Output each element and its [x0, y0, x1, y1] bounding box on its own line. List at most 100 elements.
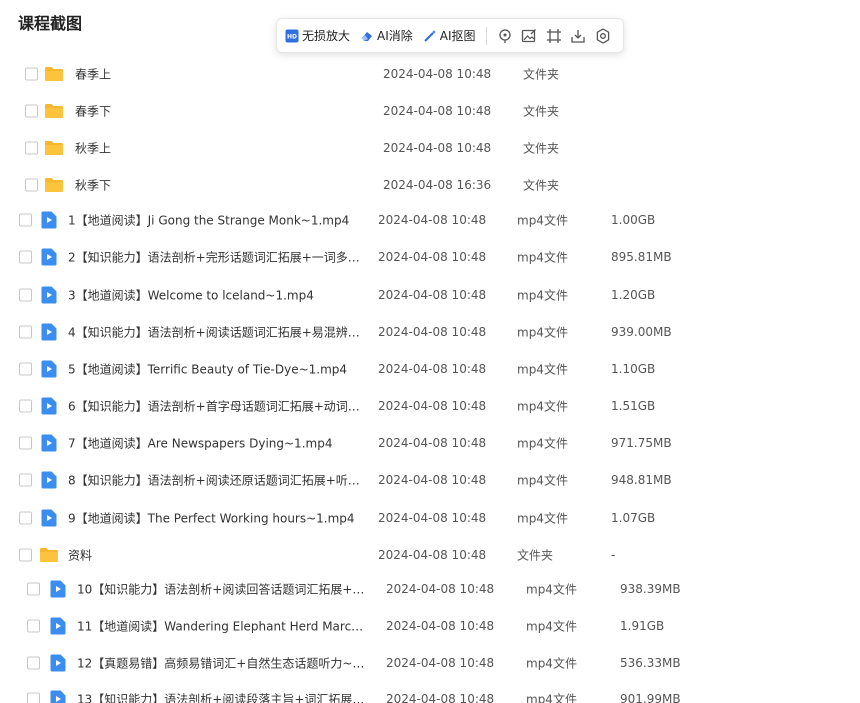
row-checkbox[interactable]: [27, 619, 40, 633]
modified-date: 2024-04-08 10:48: [378, 213, 487, 227]
modified-date: 2024-04-08 10:48: [378, 548, 487, 562]
folder-row[interactable]: 春季上 2024-04-08 10:48 文件夹: [0, 59, 860, 89]
lossless-zoom-button[interactable]: HD 无损放大: [285, 27, 350, 44]
row-checkbox[interactable]: [19, 473, 32, 487]
file-type: mp4文件: [517, 511, 568, 526]
file-name[interactable]: 4【知识能力】语法剖析+阅读话题词汇拓展+易混辨析~1...: [68, 324, 368, 341]
row-checkbox[interactable]: [19, 325, 32, 339]
row-checkbox[interactable]: [27, 692, 40, 703]
modified-date: 2024-04-08 10:48: [378, 362, 487, 376]
video-file-icon: [41, 434, 57, 452]
row-checkbox[interactable]: [19, 362, 32, 376]
file-name[interactable]: 2【知识能力】语法剖析+完形话题词汇拓展+一词多义~1...: [68, 249, 368, 266]
file-size: 939.00MB: [611, 325, 672, 339]
modified-date: 2024-04-08 10:48: [386, 619, 495, 633]
folder-icon: [44, 177, 64, 193]
ai-erase-button[interactable]: AI消除: [360, 27, 413, 44]
file-row[interactable]: 6【知识能力】语法剖析+首字母话题词汇拓展+动词短语... 2024-04-08 …: [0, 391, 860, 421]
file-name[interactable]: 春季上: [75, 66, 111, 83]
video-file-icon: [41, 286, 57, 304]
row-checkbox[interactable]: [27, 582, 40, 596]
folder-row[interactable]: 秋季上 2024-04-08 10:48 文件夹: [0, 133, 860, 163]
file-row[interactable]: 5【地道阅读】Terrific Beauty of Tie-Dye~1.mp4 2…: [0, 354, 860, 384]
modified-date: 2024-04-08 10:48: [386, 582, 495, 596]
row-checkbox[interactable]: [25, 178, 38, 192]
modified-date: 2024-04-08 10:48: [378, 399, 487, 413]
file-name[interactable]: 秋季下: [75, 177, 111, 194]
file-name[interactable]: 6【知识能力】语法剖析+首字母话题词汇拓展+动词短语...: [68, 398, 368, 415]
file-row[interactable]: 13【知识能力】语法剖析+阅读段落主旨+词汇拓展~1.m... 2024-04-0…: [0, 684, 860, 703]
file-type: mp4文件: [517, 250, 568, 265]
modified-date: 2024-04-08 10:48: [386, 692, 495, 703]
file-row[interactable]: 9【地道阅读】The Perfect Working hours~1.mp4 20…: [0, 503, 860, 533]
row-checkbox[interactable]: [19, 213, 32, 227]
folder-icon: [44, 66, 64, 82]
download-button[interactable]: [566, 23, 591, 49]
file-name[interactable]: 11【地道阅读】Wandering Elephant Herd Marches …: [77, 618, 367, 635]
modified-date: 2024-04-08 10:48: [383, 141, 492, 155]
file-name[interactable]: 春季下: [75, 103, 111, 120]
file-row[interactable]: 4【知识能力】语法剖析+阅读话题词汇拓展+易混辨析~1... 2024-04-08…: [0, 317, 860, 347]
modified-date: 2024-04-08 10:48: [378, 250, 487, 264]
row-checkbox[interactable]: [19, 511, 32, 525]
folder-row[interactable]: 春季下 2024-04-08 10:48 文件夹: [0, 96, 860, 126]
file-name[interactable]: 9【地道阅读】The Perfect Working hours~1.mp4: [68, 510, 355, 527]
download-icon: [571, 29, 585, 43]
magnifier-button[interactable]: [492, 23, 517, 49]
file-name[interactable]: 3【地道阅读】Welcome to lceland~1.mp4: [68, 287, 314, 304]
file-type: 文件夹: [523, 67, 560, 82]
ai-cutout-button[interactable]: AI抠图: [423, 27, 476, 44]
file-name[interactable]: 秋季上: [75, 140, 111, 157]
edit-image-button[interactable]: [517, 23, 542, 49]
folder-row[interactable]: 资料 2024-04-08 10:48 文件夹 -: [0, 540, 860, 570]
file-name[interactable]: 7【地道阅读】Are Newspapers Dying~1.mp4: [68, 435, 332, 452]
row-checkbox[interactable]: [19, 548, 32, 562]
row-checkbox[interactable]: [25, 104, 38, 118]
file-row[interactable]: 3【地道阅读】Welcome to lceland~1.mp4 2024-04-0…: [0, 280, 860, 310]
file-size: 1.00GB: [611, 213, 656, 227]
file-type: mp4文件: [517, 362, 568, 377]
file-name[interactable]: 资料: [68, 547, 92, 564]
file-type: 文件夹: [517, 548, 554, 563]
file-row[interactable]: 10【知识能力】语法剖析+阅读回答话题词汇拓展+写作... 2024-04-08 …: [0, 574, 860, 604]
row-checkbox[interactable]: [19, 436, 32, 450]
folder-row[interactable]: 秋季下 2024-04-08 16:36 文件夹: [0, 170, 860, 200]
file-row[interactable]: 1【地道阅读】Ji Gong the Strange Monk~1.mp4 202…: [0, 205, 860, 235]
file-type: mp4文件: [517, 213, 568, 228]
settings-button[interactable]: [590, 23, 615, 49]
file-name[interactable]: 1【地道阅读】Ji Gong the Strange Monk~1.mp4: [68, 212, 349, 229]
file-type: 文件夹: [523, 141, 560, 156]
file-row[interactable]: 8【知识能力】语法剖析+阅读还原话题词汇拓展+听力思... 2024-04-08 …: [0, 465, 860, 495]
row-checkbox[interactable]: [19, 399, 32, 413]
row-checkbox[interactable]: [27, 656, 40, 670]
row-checkbox[interactable]: [25, 67, 38, 81]
modified-date: 2024-04-08 10:48: [383, 67, 492, 81]
ai-cutout-label: AI抠图: [439, 29, 476, 43]
folder-icon: [44, 140, 64, 156]
toolbar-divider: [485, 26, 487, 45]
file-size: 938.39MB: [620, 582, 681, 596]
crop-button[interactable]: [541, 23, 566, 49]
file-name[interactable]: 5【地道阅读】Terrific Beauty of Tie-Dye~1.mp4: [68, 361, 347, 378]
row-checkbox[interactable]: [19, 250, 32, 264]
row-checkbox[interactable]: [25, 141, 38, 155]
file-row[interactable]: 11【地道阅读】Wandering Elephant Herd Marches …: [0, 611, 860, 641]
row-checkbox[interactable]: [19, 288, 32, 302]
file-row[interactable]: 12【真题易错】高频易错词汇+自然生态话题听力~1.mp4 2024-04-08 …: [0, 648, 860, 678]
modified-date: 2024-04-08 10:48: [378, 473, 487, 487]
modified-date: 2024-04-08 16:36: [383, 178, 492, 192]
file-row[interactable]: 2【知识能力】语法剖析+完形话题词汇拓展+一词多义~1... 2024-04-08…: [0, 242, 860, 272]
lossless-zoom-label: 无损放大: [302, 29, 351, 43]
file-row[interactable]: 7【地道阅读】Are Newspapers Dying~1.mp4 2024-04…: [0, 428, 860, 458]
file-type: mp4文件: [517, 436, 568, 451]
file-name[interactable]: 13【知识能力】语法剖析+阅读段落主旨+词汇拓展~1.m...: [77, 691, 367, 703]
file-type: mp4文件: [517, 325, 568, 340]
file-type: mp4文件: [526, 619, 577, 634]
modified-date: 2024-04-08 10:48: [378, 325, 487, 339]
file-name[interactable]: 10【知识能力】语法剖析+阅读回答话题词汇拓展+写作...: [77, 581, 367, 598]
file-name[interactable]: 12【真题易错】高频易错词汇+自然生态话题听力~1.mp4: [77, 655, 367, 672]
file-type: mp4文件: [517, 399, 568, 414]
file-name[interactable]: 8【知识能力】语法剖析+阅读还原话题词汇拓展+听力思...: [68, 472, 368, 489]
file-type: mp4文件: [526, 582, 577, 597]
video-file-icon: [50, 580, 66, 598]
